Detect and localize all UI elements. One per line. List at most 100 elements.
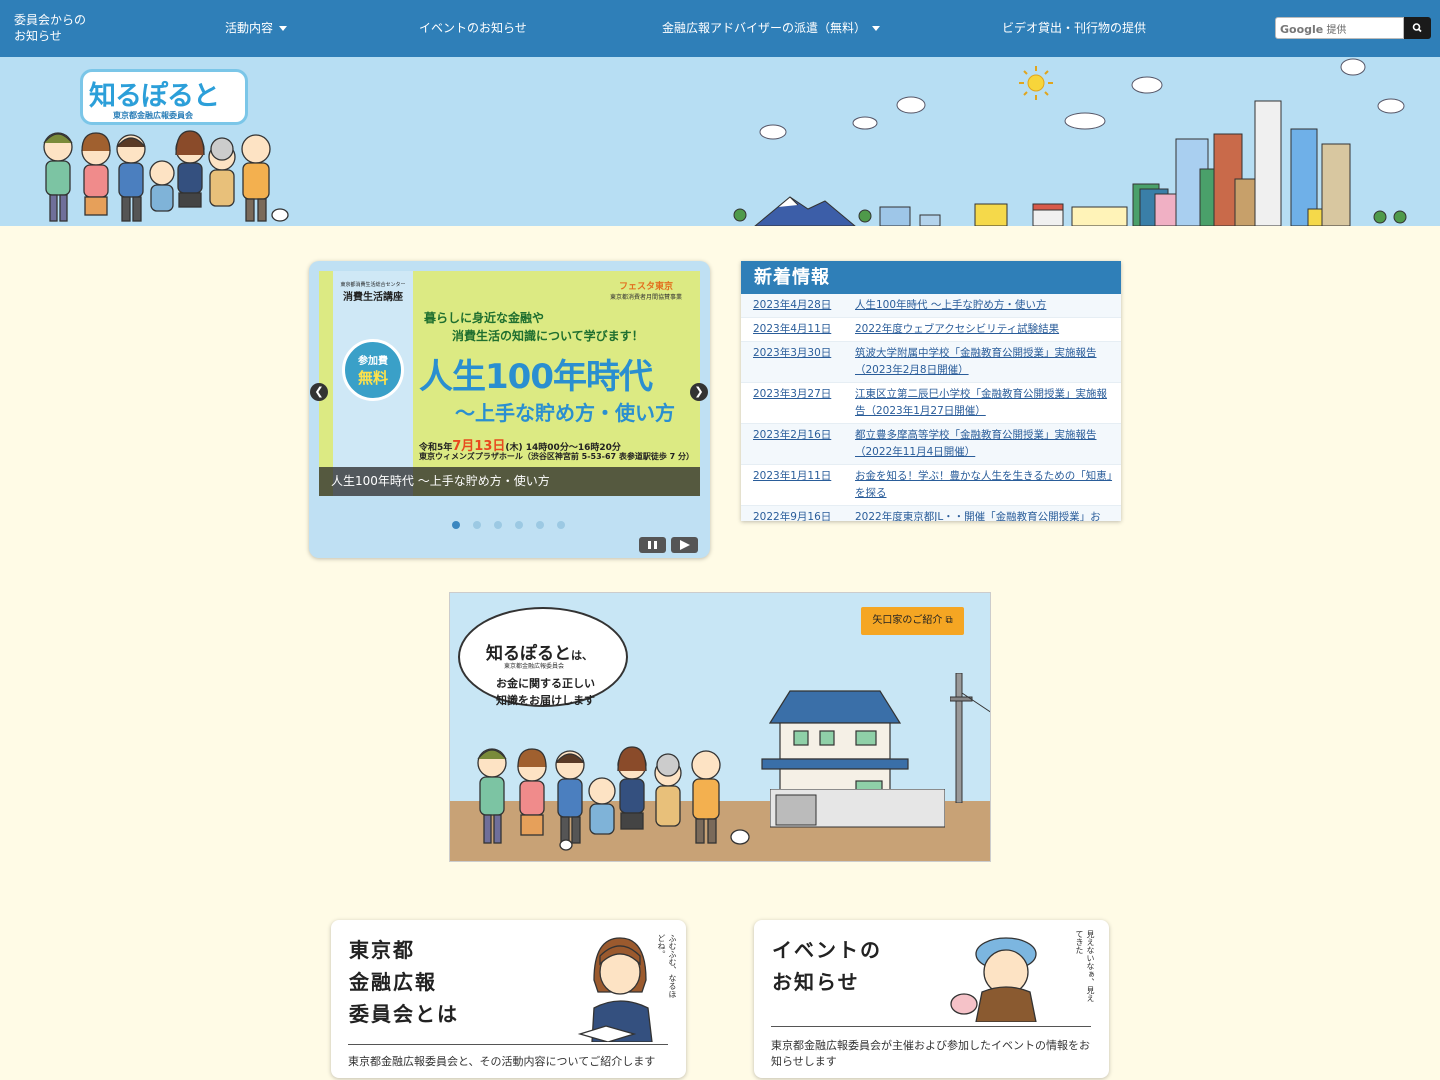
external-link-icon: ⧉ <box>945 615 953 626</box>
yaguchi-button-label: 矢口家のご紹介 <box>872 615 943 626</box>
card-title-line-1: イベントの <box>772 938 882 962</box>
news-date-link[interactable]: 2022年9月16日 <box>753 509 855 521</box>
card-divider <box>348 1044 668 1045</box>
bubble-line-2: 知識をお届けします <box>496 694 595 707</box>
news-date-link[interactable]: 2023年2月16日 <box>753 427 855 461</box>
news-title-link[interactable]: 2022年度ウェブアクセシビリティ試験結果 <box>855 321 1115 338</box>
card-title: 東京都金融広報委員会とは <box>349 934 459 1030</box>
carousel-next-button[interactable]: ❯ <box>690 383 708 401</box>
news-title-link[interactable]: 都立豊多摩高等学校「金融教育公開授業」実施報告（2022年11月4日開催） <box>855 427 1115 461</box>
festa-logo: フェスタ東京東京都消費者月間協賛事業 <box>599 279 693 313</box>
bubble-message: お金に関する正しい 知識をお届けします <box>496 675 595 709</box>
yaguchi-family-illustration <box>477 746 750 851</box>
festa-note: 東京都消費者月間協賛事業 <box>609 294 682 301</box>
news-row: 2023年4月28日 人生100年時代 〜上手な貯め方・使い方 <box>741 294 1121 318</box>
news-row: 2023年1月11日 お金を知る！学ぶ！豊かな人生を生きるための「知恵」を探る <box>741 465 1121 506</box>
card-doodle-text: 見えないなぁ、見えてきた <box>1075 930 1095 1002</box>
card-divider <box>771 1026 1091 1027</box>
news-date-link[interactable]: 2023年4月11日 <box>753 321 855 338</box>
logo-text: 知るぽると <box>89 81 220 112</box>
nav-item-events[interactable]: イベントのお知らせ <box>419 20 527 36</box>
slide-subtitle-2: 消費生活の知識について学びます！ <box>452 329 644 343</box>
carousel-dot[interactable] <box>494 521 502 529</box>
carousel-dot[interactable] <box>557 521 565 529</box>
card-doodle-text: ふむふむ、なるほどね。 <box>657 934 677 998</box>
chevron-down-icon <box>279 26 288 31</box>
search-button[interactable] <box>1404 17 1431 39</box>
slide-place: 東京ウィメンズプラザホール（渋谷区神宮前 5-53-67 表参道駅徒歩 7 分） <box>419 452 695 461</box>
card-event-news[interactable]: イベントの お知らせ 見えないなぁ、見えてきた 東京都金融広報委員会が主催および参… <box>754 920 1109 1078</box>
speech-bubble: 知るぽるとは、 東京都金融広報委員会 お金に関する正しい 知識をお届けします <box>458 607 628 707</box>
carousel-slide[interactable]: 東京都消費生活総合センター消費生活講座 参加費 無料 フェスタ東京東京都消費者月間… <box>319 271 700 496</box>
card-title-line-1: 東京都 <box>349 938 415 962</box>
google-brand: Google <box>1280 23 1324 36</box>
free-badge: 参加費 無料 <box>342 339 404 401</box>
family-banner: 知るぽるとは、 東京都金融広報委員会 お金に関する正しい 知識をお届けします 矢口… <box>449 592 991 862</box>
slide-caption[interactable]: 人生100年時代 〜上手な貯め方・使い方 <box>319 467 700 496</box>
top-navigation: 委員会からの お知らせ 活動内容 イベントのお知らせ 金融広報アドバイザーの派遣… <box>0 0 1440 57</box>
card-title: イベントの お知らせ <box>772 934 882 998</box>
news-date-link[interactable]: 2023年3月27日 <box>753 386 855 420</box>
news-row: 2022年9月16日 2022年度東京都JL・・開催「金融教育公開授業」お <box>741 506 1121 521</box>
news-date-link[interactable]: 2023年3月30日 <box>753 345 855 379</box>
carousel-dot[interactable] <box>515 521 523 529</box>
news-title-link[interactable]: 筑波大学附属中学校「金融教育公開授業」実施報告（2023年2月8日開催） <box>855 345 1115 379</box>
slide-title-2: 〜上手な貯め方・使い方 <box>455 401 675 425</box>
hero-banner: 知るぽると 東京都金融広報委員会 <box>0 57 1440 226</box>
search-input[interactable]: Google 提供 <box>1275 17 1404 39</box>
news-heading: 新着情報 <box>741 261 1121 294</box>
news-title-link[interactable]: 江東区立第二辰巳小学校「金融教育公開授業」実施報告（2023年1月27日開催） <box>855 386 1115 420</box>
bubble-line-1: お金に関する正しい <box>496 677 595 690</box>
news-date-link[interactable]: 2023年4月28日 <box>753 297 855 314</box>
card-description: 東京都金融広報委員会と、その活動内容についてご紹介します <box>348 1055 656 1068</box>
carousel-dot[interactable] <box>452 521 460 529</box>
card-title-line-3: 委員会とは <box>349 1002 459 1026</box>
nav-item-activities-label: 活動内容 <box>225 21 274 35</box>
card-title-line-2: お知らせ <box>772 970 860 994</box>
site-logo[interactable]: 知るぽると 東京都金融広報委員会 <box>80 69 248 125</box>
festa-brand: フェスタ東京 <box>618 282 673 292</box>
city-skyline-illustration <box>733 100 1407 226</box>
news-title-link[interactable]: 2022年度東京都JL・・開催「金融教育公開授業」お <box>855 509 1115 521</box>
slide-title: 人生100年時代 <box>419 357 653 397</box>
carousel-dot[interactable] <box>536 521 544 529</box>
pause-icon <box>648 541 651 549</box>
news-row: 2023年2月16日 都立豊多摩高等学校「金融教育公開授業」実施報告（2022年1… <box>741 424 1121 465</box>
news-row: 2023年3月27日 江東区立第二辰巳小学校「金融教育公開授業」実施報告（2023… <box>741 383 1121 424</box>
utility-pole-illustration <box>950 673 990 803</box>
family-illustration <box>43 130 289 222</box>
news-date-link[interactable]: 2023年1月11日 <box>753 468 855 502</box>
carousel-pause-button[interactable] <box>639 537 666 553</box>
old-man-pig-illustration <box>950 937 1037 1022</box>
news-panel: 新着情報 2023年4月28日 人生100年時代 〜上手な貯め方・使い方 2023年… <box>741 261 1121 521</box>
slide-org-small: 東京都消費生活総合センター <box>340 282 406 288</box>
free-badge-value: 無料 <box>357 369 388 387</box>
event-carousel: 東京都消費生活総合センター消費生活講座 参加費 無料 フェスタ東京東京都消費者月間… <box>309 261 710 558</box>
wall-illustration <box>770 789 945 828</box>
carousel-play-button[interactable] <box>671 537 698 553</box>
slide-org-name: 消費生活講座 <box>343 292 403 303</box>
news-row: 2023年3月30日 筑波大学附属中学校「金融教育公開授業」実施報告（2023年2… <box>741 342 1121 383</box>
carousel-prev-button[interactable]: ❮ <box>310 383 328 401</box>
search-icon <box>1412 23 1422 33</box>
bubble-brand-suffix: は、 <box>571 649 593 662</box>
logo-subtext: 東京都金融広報委員会 <box>113 111 193 120</box>
play-icon <box>680 540 690 550</box>
slide-sidebar: 東京都消費生活総合センター消費生活講座 参加費 無料 <box>333 271 413 496</box>
search-placeholder: 提供 <box>1326 25 1347 36</box>
slide-org: 東京都消費生活総合センター消費生活講座 <box>333 281 413 303</box>
card-title-line-2: 金融広報 <box>349 970 437 994</box>
chevron-down-icon <box>872 26 881 31</box>
yaguchi-family-button[interactable]: 矢口家のご紹介 ⧉ <box>861 607 964 635</box>
news-title-link[interactable]: 人生100年時代 〜上手な貯め方・使い方 <box>855 297 1115 314</box>
nav-item-advisor-dispatch[interactable]: 金融広報アドバイザーの派遣（無料） <box>662 20 881 36</box>
card-about-committee[interactable]: 東京都金融広報委員会とは ふむふむ、なるほどね。 東京都金融広報委員会と、その活… <box>331 920 686 1078</box>
carousel-dot[interactable] <box>473 521 481 529</box>
nav-item-video-publications[interactable]: ビデオ貸出・刊行物の提供 <box>1002 20 1146 36</box>
nav-item-committee-news[interactable]: 委員会からの お知らせ <box>14 12 104 44</box>
news-row: 2023年4月11日 2022年度ウェブアクセシビリティ試験結果 <box>741 318 1121 342</box>
news-list: 2023年4月28日 人生100年時代 〜上手な貯め方・使い方 2023年4月11日… <box>741 294 1121 521</box>
bubble-subtext: 東京都金融広報委員会 <box>504 663 565 670</box>
news-title-link[interactable]: お金を知る！学ぶ！豊かな人生を生きるための「知恵」を探る <box>855 468 1115 502</box>
nav-item-activities[interactable]: 活動内容 <box>225 20 288 36</box>
